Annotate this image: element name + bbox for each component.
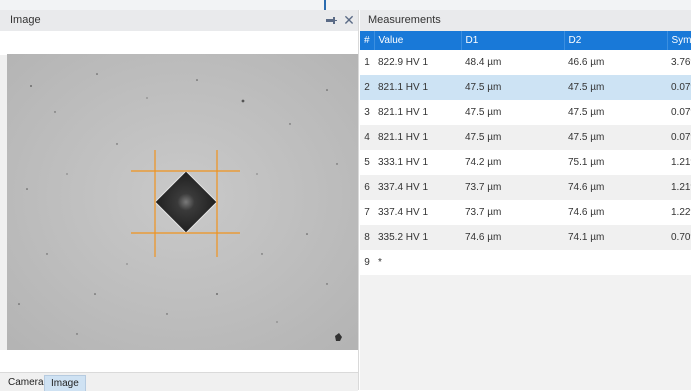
tab-image[interactable]: Image: [44, 375, 86, 391]
table-header-row: # Value D1 D2 Symmetry: [360, 31, 691, 50]
cell-symmetry: 0.07%: [667, 100, 691, 125]
cell-d2: 46.6 µm: [564, 50, 667, 75]
image-panel-tabs: Camera Image: [0, 372, 358, 391]
table-row[interactable]: 4 821.1 HV 1 47.5 µm 47.5 µm 0.07%: [360, 125, 691, 150]
table-row[interactable]: 5 333.1 HV 1 74.2 µm 75.1 µm 1.21%: [360, 150, 691, 175]
measurements-grid-viewport[interactable]: # Value D1 D2 Symmetry 1 822.9 HV 1 48.4…: [360, 31, 691, 390]
row-index: 7: [360, 200, 374, 225]
cell-symmetry: 1.21%: [667, 150, 691, 175]
cell-d1: 73.7 µm: [461, 200, 564, 225]
column-header-value[interactable]: Value: [374, 31, 462, 50]
cell-symmetry: 1.22%: [667, 200, 691, 225]
cell-value: 333.1 HV 1: [374, 150, 461, 175]
table-row[interactable]: 1 822.9 HV 1 48.4 µm 46.6 µm 3.76%: [360, 50, 691, 75]
cell-symmetry: 0.07%: [667, 75, 691, 100]
cell-d2: [564, 250, 667, 275]
cell-value: 821.1 HV 1: [374, 75, 461, 100]
row-index: 6: [360, 175, 374, 200]
cell-value: 821.1 HV 1: [374, 125, 461, 150]
cell-d1: 73.7 µm: [461, 175, 564, 200]
table-row[interactable]: 3 821.1 HV 1 47.5 µm 47.5 µm 0.07%: [360, 100, 691, 125]
cell-value: 821.1 HV 1: [374, 100, 461, 125]
cell-d1: 47.5 µm: [461, 75, 564, 100]
row-index: 8: [360, 225, 374, 250]
column-header-index[interactable]: #: [360, 31, 375, 50]
image-panel-header: Image ✕: [0, 10, 358, 32]
cell-d1: 74.2 µm: [461, 150, 564, 175]
cell-d1: 47.5 µm: [461, 125, 564, 150]
cell-d2: 47.5 µm: [564, 100, 667, 125]
table-row-selected[interactable]: 2 821.1 HV 1 47.5 µm 47.5 µm 0.07%: [360, 75, 691, 100]
cell-symmetry: 3.76%: [667, 50, 691, 75]
measurements-table: # Value D1 D2 Symmetry 1 822.9 HV 1 48.4…: [360, 31, 691, 275]
cell-d1: 47.5 µm: [461, 100, 564, 125]
cell-value: 337.4 HV 1: [374, 175, 461, 200]
image-panel-title: Image: [10, 14, 41, 26]
top-strip: [0, 0, 691, 10]
cell-d2: 74.1 µm: [564, 225, 667, 250]
row-index: 1: [360, 50, 374, 75]
tab-camera[interactable]: Camera: [2, 375, 50, 390]
cell-d1: 74.6 µm: [461, 225, 564, 250]
cell-value: 822.9 HV 1: [374, 50, 461, 75]
cell-value: 335.2 HV 1: [374, 225, 461, 250]
cell-value-new[interactable]: *: [374, 250, 461, 275]
table-row[interactable]: 7 337.4 HV 1 73.7 µm 74.6 µm 1.22%: [360, 200, 691, 225]
row-index: 9: [360, 250, 374, 275]
cell-d2: 47.5 µm: [564, 75, 667, 100]
column-header-symmetry[interactable]: Symmetry: [667, 31, 691, 50]
cell-symmetry: 0.70%: [667, 225, 691, 250]
measurements-panel-header: Measurements: [360, 10, 691, 32]
image-status-area: [0, 350, 358, 372]
row-index: 3: [360, 100, 374, 125]
table-row[interactable]: 6 337.4 HV 1 73.7 µm 74.6 µm 1.21%: [360, 175, 691, 200]
column-header-d2[interactable]: D2: [564, 31, 668, 50]
cell-d1: 48.4 µm: [461, 50, 564, 75]
image-viewport[interactable]: [7, 54, 358, 350]
measurements-panel: Measurements # Value D1 D2 Symmetry 1 82…: [360, 10, 691, 390]
cell-d2: 75.1 µm: [564, 150, 667, 175]
image-toolbar: [0, 31, 358, 55]
cell-d2: 47.5 µm: [564, 125, 667, 150]
table-row[interactable]: 8 335.2 HV 1 74.6 µm 74.1 µm 0.70%: [360, 225, 691, 250]
cell-value: 337.4 HV 1: [374, 200, 461, 225]
image-panel: Image ✕ Camera Image: [0, 10, 359, 391]
row-index: 4: [360, 125, 374, 150]
close-icon[interactable]: ✕: [342, 12, 356, 28]
table-row-new[interactable]: 9 *: [360, 250, 691, 275]
cell-d2: 74.6 µm: [564, 175, 667, 200]
row-index: 2: [360, 75, 374, 100]
cell-d2: 74.6 µm: [564, 200, 667, 225]
cell-symmetry: 1.21%: [667, 175, 691, 200]
splitter-accent: [324, 0, 326, 10]
row-index: 5: [360, 150, 374, 175]
pin-icon[interactable]: [325, 13, 337, 27]
cell-symmetry: [667, 250, 691, 275]
cell-symmetry: 0.07%: [667, 125, 691, 150]
cell-d1: [461, 250, 564, 275]
column-header-d1[interactable]: D1: [461, 31, 565, 50]
measurements-panel-title: Measurements: [368, 14, 441, 26]
